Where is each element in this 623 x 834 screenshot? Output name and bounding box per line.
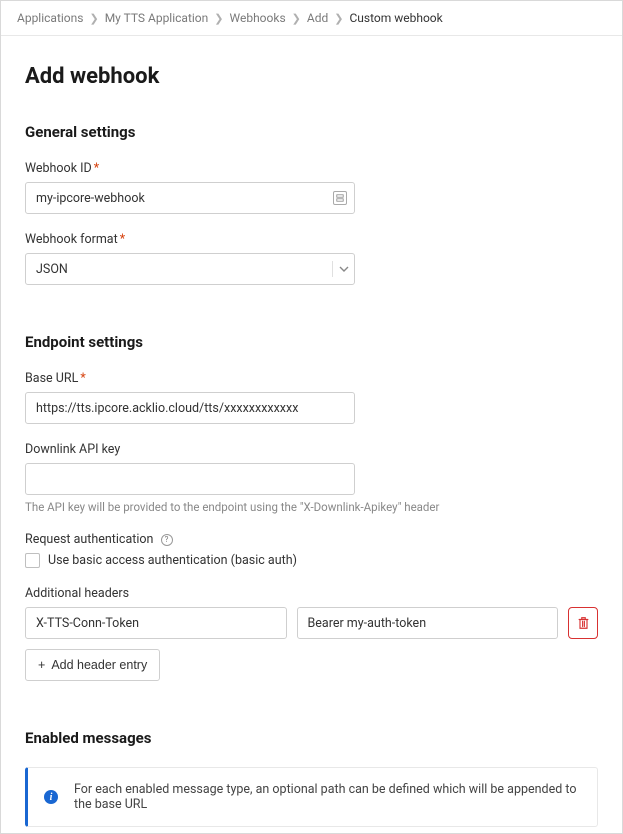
- breadcrumb-add[interactable]: Add: [307, 11, 328, 25]
- info-icon: i: [44, 790, 58, 804]
- request-auth-label: Request authentication ?: [25, 532, 598, 547]
- additional-headers-label: Additional headers: [25, 586, 598, 601]
- breadcrumb-current: Custom webhook: [349, 11, 442, 25]
- webhook-id-label: Webhook ID*: [25, 161, 598, 176]
- trash-icon: [577, 616, 590, 630]
- webhook-format-select[interactable]: JSON: [25, 253, 355, 285]
- plus-icon: +: [38, 658, 45, 672]
- info-banner-text: For each enabled message type, an option…: [74, 782, 581, 812]
- webhook-id-input[interactable]: [25, 182, 355, 214]
- chevron-right-icon: ❯: [89, 12, 98, 25]
- webhook-format-label: Webhook format*: [25, 232, 598, 247]
- base-url-input[interactable]: [25, 392, 355, 424]
- base-url-label: Base URL*: [25, 371, 598, 386]
- chevron-right-icon: ❯: [214, 12, 223, 25]
- section-heading-general: General settings: [25, 123, 598, 141]
- info-banner: i For each enabled message type, an opti…: [25, 767, 598, 827]
- add-header-button[interactable]: + Add header entry: [25, 649, 160, 681]
- page-title: Add webhook: [25, 64, 598, 89]
- downlink-api-key-input[interactable]: [25, 463, 355, 495]
- header-key-input[interactable]: [25, 607, 287, 639]
- breadcrumb-webhooks[interactable]: Webhooks: [230, 11, 286, 25]
- breadcrumb-applications[interactable]: Applications: [17, 11, 83, 25]
- breadcrumb: Applications ❯ My TTS Application ❯ Webh…: [1, 1, 622, 36]
- chevron-right-icon: ❯: [292, 12, 301, 25]
- breadcrumb-my-tts-application[interactable]: My TTS Application: [105, 11, 209, 25]
- basic-auth-checkbox[interactable]: [25, 553, 40, 568]
- basic-auth-checkbox-label: Use basic access authentication (basic a…: [48, 553, 297, 568]
- section-heading-enabled-messages: Enabled messages: [25, 729, 598, 747]
- header-row: [25, 607, 598, 639]
- chevron-right-icon: ❯: [334, 12, 343, 25]
- help-icon[interactable]: ?: [161, 534, 173, 546]
- delete-header-button[interactable]: [568, 607, 598, 639]
- form-helper-icon[interactable]: [333, 191, 347, 205]
- section-heading-endpoint: Endpoint settings: [25, 333, 598, 351]
- downlink-help-text: The API key will be provided to the endp…: [25, 500, 598, 514]
- downlink-api-key-label: Downlink API key: [25, 442, 598, 457]
- header-value-input[interactable]: [297, 607, 559, 639]
